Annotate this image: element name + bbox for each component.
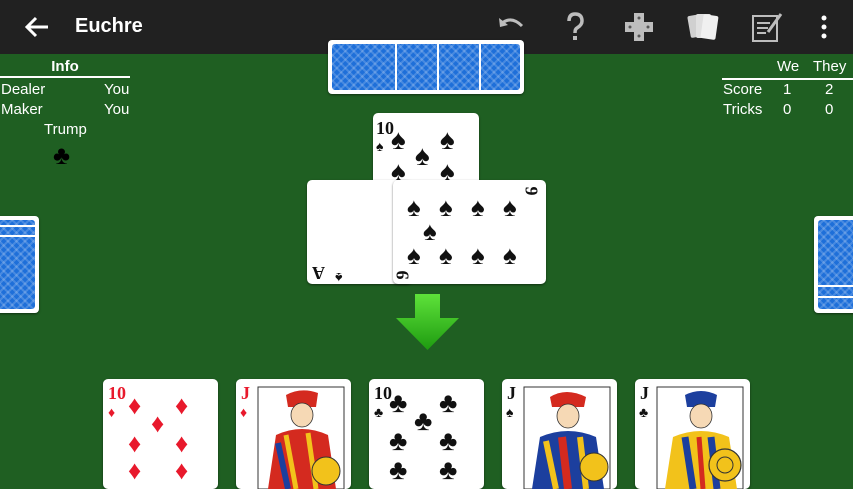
diamond-icon: ♦ bbox=[175, 390, 189, 420]
club-icon: ♣ bbox=[389, 387, 408, 418]
jack-face-icon bbox=[523, 386, 611, 489]
spade-icon: ♠ bbox=[503, 192, 517, 222]
dpad-icon[interactable] bbox=[622, 10, 656, 44]
spade-icon: ♠ bbox=[471, 240, 485, 270]
card-edge bbox=[0, 235, 35, 237]
we-header: We bbox=[777, 58, 800, 75]
spade-icon: ♠ bbox=[439, 240, 453, 270]
spade-icon: ♠ bbox=[471, 192, 485, 222]
hand-card[interactable]: J ♣ bbox=[635, 379, 750, 489]
card-back bbox=[328, 40, 524, 94]
diamond-icon: ♦ bbox=[151, 408, 165, 438]
club-icon: ♣ bbox=[374, 404, 384, 420]
card-back bbox=[0, 216, 39, 313]
maker-label: Maker bbox=[1, 101, 43, 118]
card-edge bbox=[818, 296, 853, 298]
jack-face-icon bbox=[257, 386, 345, 489]
back-arrow-icon[interactable] bbox=[22, 12, 52, 42]
club-icon: ♣ bbox=[439, 387, 458, 418]
card-rank: 9 bbox=[521, 186, 542, 196]
score-they: 2 bbox=[825, 81, 834, 98]
club-icon: ♣ bbox=[389, 425, 408, 456]
spade-icon: ♠ bbox=[440, 124, 455, 155]
card-rank: 10 bbox=[108, 383, 126, 403]
card-edge bbox=[437, 44, 439, 90]
score-we: 1 bbox=[783, 81, 792, 98]
spade-icon: ♠ bbox=[423, 216, 437, 246]
score-divider bbox=[722, 78, 853, 80]
diamond-icon: ♦ bbox=[175, 428, 189, 458]
tricks-we: 0 bbox=[783, 101, 792, 118]
hand-card[interactable]: 10 ♦ ♦ ♦ ♦ ♦ ♦ ♦ ♦ bbox=[103, 379, 218, 489]
club-icon: ♣ bbox=[414, 405, 433, 436]
card-rank: A bbox=[312, 263, 325, 283]
score-label: Score bbox=[723, 81, 763, 98]
app-title: Euchre bbox=[75, 15, 143, 37]
card-edge bbox=[479, 44, 481, 90]
club-icon: ♣ bbox=[439, 454, 458, 485]
spade-icon: ♠ bbox=[439, 192, 453, 222]
turn-arrow-icon bbox=[396, 294, 459, 350]
diamond-icon: ♦ bbox=[240, 404, 248, 420]
card-edge bbox=[0, 225, 35, 227]
diamond-icon: ♦ bbox=[128, 390, 142, 420]
card-rank: J bbox=[507, 383, 516, 403]
maker-value: You bbox=[104, 101, 130, 118]
dealer-value: You bbox=[104, 81, 130, 98]
dealer-label: Dealer bbox=[1, 81, 46, 98]
spade-icon: ♠ bbox=[376, 138, 384, 154]
card-edge bbox=[395, 44, 397, 90]
trump-suit-icon: ♣ bbox=[53, 140, 71, 170]
cards-icon[interactable] bbox=[686, 10, 720, 44]
spade-icon: ♠ bbox=[391, 124, 406, 155]
club-icon: ♣ bbox=[389, 454, 408, 485]
card-rank: 9 bbox=[393, 270, 413, 280]
spade-icon: ♠ bbox=[407, 192, 421, 222]
spade-icon: ♠ bbox=[335, 270, 343, 284]
they-header: They bbox=[813, 58, 847, 75]
diamond-icon: ♦ bbox=[175, 455, 189, 485]
diamond-icon: ♦ bbox=[128, 428, 142, 458]
scorepad-icon[interactable] bbox=[750, 10, 784, 44]
spade-icon: ♠ bbox=[506, 404, 514, 420]
hand-card[interactable]: J ♠ bbox=[502, 379, 617, 489]
card-back bbox=[814, 216, 853, 313]
diamond-icon: ♦ bbox=[108, 404, 116, 420]
spade-icon: ♠ bbox=[503, 240, 517, 270]
undo-icon[interactable] bbox=[494, 10, 528, 44]
card-edge bbox=[818, 285, 853, 287]
hand-card[interactable]: J ♦ bbox=[236, 379, 351, 489]
diamond-icon: ♦ bbox=[128, 455, 142, 485]
card-rank: J bbox=[640, 383, 649, 403]
card-rank: J bbox=[241, 383, 250, 403]
trick-card-right: 9 9 ♠ ♠ ♠ ♠ ♠ ♠ ♠ ♠ ♠ bbox=[393, 180, 546, 284]
club-icon: ♣ bbox=[439, 425, 458, 456]
tricks-label: Tricks bbox=[723, 101, 763, 118]
hand-card[interactable]: 10 ♣ ♣ ♣ ♣ ♣ ♣ ♣ ♣ bbox=[369, 379, 484, 489]
help-icon[interactable] bbox=[558, 10, 592, 44]
spade-icon: ♠ bbox=[407, 240, 421, 270]
more-vert-icon[interactable] bbox=[807, 10, 841, 44]
trump-label: Trump bbox=[44, 121, 87, 138]
tricks-they: 0 bbox=[825, 101, 834, 118]
club-icon: ♣ bbox=[639, 404, 649, 420]
spade-icon: ♠ bbox=[415, 140, 430, 171]
info-heading: Info bbox=[0, 58, 130, 78]
jack-face-icon bbox=[656, 386, 744, 489]
